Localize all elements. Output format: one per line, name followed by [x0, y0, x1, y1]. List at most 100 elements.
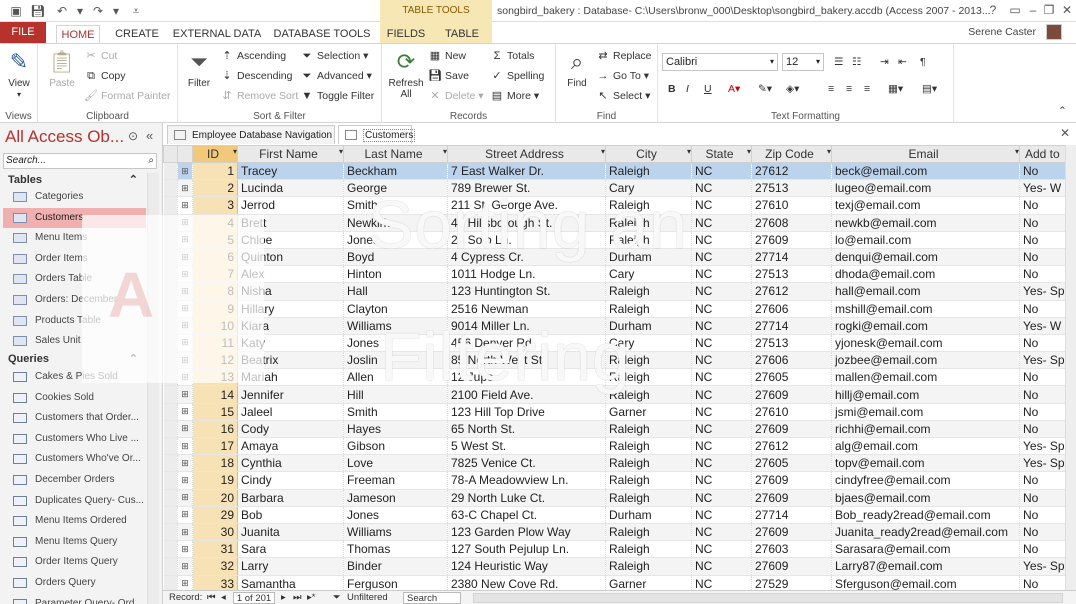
table-cell[interactable]: Yes- W: [1019, 179, 1066, 198]
table-cell[interactable]: NC: [691, 575, 752, 590]
record-position-field[interactable]: 1 of 201: [233, 592, 275, 604]
nav-search-input[interactable]: Search... ⌕: [3, 153, 157, 169]
align-left-icon[interactable]: ≡: [828, 80, 834, 98]
table-cell[interactable]: Juanita: [237, 523, 344, 542]
table-row[interactable]: ⊞ 33 Samantha Ferguson 2380 New Cove Rd. Garn…: [163, 575, 1066, 590]
table-cell[interactable]: 27603: [751, 540, 832, 559]
ribbon-display-icon[interactable]: ▭: [1006, 2, 1024, 18]
table-cell[interactable]: Yes- Sp: [1019, 437, 1066, 456]
table-cell[interactable]: Hall: [343, 282, 448, 301]
table-cell[interactable]: NC: [691, 454, 752, 473]
table-cell[interactable]: No: [1019, 334, 1066, 353]
delete-record-button[interactable]: ✕ Delete ▾: [428, 87, 483, 105]
column-header[interactable]: ID ▾: [192, 145, 238, 163]
table-cell[interactable]: Jerrod: [237, 196, 344, 215]
table-cell[interactable]: texj@email.com: [831, 196, 1020, 215]
table-cell[interactable]: Jameson: [343, 489, 448, 507]
table-cell[interactable]: No: [1019, 471, 1066, 490]
descending-button[interactable]: ⇣ Descending: [220, 67, 292, 85]
last-record-icon[interactable]: ⏭: [293, 591, 302, 604]
table-cell[interactable]: 2516 Newman: [447, 300, 606, 318]
table-cell[interactable]: 63-C Chapel Ct.: [447, 506, 606, 524]
table-cell[interactable]: 1: [192, 162, 238, 181]
table-cell[interactable]: Freeman: [343, 471, 448, 490]
table-cell[interactable]: NC: [691, 351, 752, 370]
table-cell[interactable]: 27608: [751, 214, 832, 232]
table-cell[interactable]: 123 Hill Top Drive: [447, 403, 606, 421]
table-cell[interactable]: Sarasara@email.com: [831, 540, 1020, 559]
table-cell[interactable]: No: [1019, 300, 1066, 318]
table-cell[interactable]: Raleigh: [605, 540, 692, 559]
access-app-icon[interactable]: ▣: [8, 3, 24, 19]
table-cell[interactable]: Juanita_ready2read@email.com: [831, 523, 1020, 542]
table-cell[interactable]: NC: [691, 196, 752, 215]
table-cell[interactable]: cindyfree@email.com: [831, 471, 1020, 490]
table-cell[interactable]: 27609: [751, 471, 832, 490]
table-cell[interactable]: topv@email.com: [831, 454, 1020, 473]
toggle-filter-button[interactable]: ▼ Toggle Filter: [300, 87, 375, 105]
expand-row-icon[interactable]: ⊞: [177, 162, 193, 181]
table-cell[interactable]: NC: [691, 265, 752, 284]
table-cell[interactable]: No: [1019, 489, 1066, 507]
close-icon[interactable]: ✕: [1058, 2, 1076, 18]
copy-button[interactable]: ⧉ Copy: [84, 67, 125, 85]
row-selector[interactable]: [163, 403, 178, 421]
select-button[interactable]: ↖ Select ▾: [596, 87, 650, 105]
table-cell[interactable]: Beckham: [343, 162, 448, 181]
row-selector[interactable]: [163, 523, 178, 542]
redo-icon[interactable]: ↷: [90, 3, 106, 19]
expand-row-icon[interactable]: ⊞: [177, 575, 193, 590]
expand-row-icon[interactable]: ⊞: [177, 540, 193, 559]
table-cell[interactable]: Bob_ready2read@email.com: [831, 506, 1020, 524]
indent-icon[interactable]: ⇥: [880, 53, 889, 71]
ascending-button[interactable]: ⇡ Ascending: [220, 47, 286, 65]
table-cell[interactable]: 27609: [751, 231, 832, 249]
table-cell[interactable]: Raleigh: [605, 162, 692, 181]
table-cell[interactable]: NC: [691, 385, 752, 404]
paragraph-icon[interactable]: ¶: [920, 53, 926, 71]
help-icon[interactable]: ?: [984, 2, 1002, 18]
tab-database-tools[interactable]: DATABASE TOOLS: [270, 25, 374, 43]
first-record-icon[interactable]: ⏮: [207, 591, 216, 604]
table-row[interactable]: ⊞ 20 Barbara Jameson 29 North Luke Ct. Raleig…: [163, 489, 1066, 507]
tab-home[interactable]: HOME: [56, 25, 100, 43]
replace-button[interactable]: ⇄ Replace: [596, 47, 651, 65]
table-cell[interactable]: Barbara: [237, 489, 344, 507]
table-cell[interactable]: 27606: [751, 351, 832, 370]
table-cell[interactable]: 27610: [751, 403, 832, 421]
table-cell[interactable]: Yes- Sp: [1019, 454, 1066, 473]
table-cell[interactable]: hillj@email.com: [831, 385, 1020, 404]
table-cell[interactable]: 27529: [751, 575, 832, 590]
view-button[interactable]: ✎ View ▾: [2, 48, 36, 100]
table-cell[interactable]: Gibson: [343, 437, 448, 456]
nav-query-item[interactable]: Parameter Query- Ord...: [3, 594, 146, 604]
find-button[interactable]: ⌕ Find: [560, 48, 594, 89]
expand-row-icon[interactable]: ⊞: [177, 489, 193, 507]
advanced-button[interactable]: ⏷ Advanced ▾: [300, 67, 372, 85]
table-cell[interactable]: Yes- W: [1019, 317, 1066, 335]
table-cell[interactable]: No: [1019, 196, 1066, 215]
table-cell[interactable]: NC: [691, 403, 752, 421]
table-cell[interactable]: Raleigh: [605, 282, 692, 301]
table-cell[interactable]: richhi@email.com: [831, 420, 1020, 439]
table-cell[interactable]: No: [1019, 368, 1066, 387]
table-cell[interactable]: Raleigh: [605, 557, 692, 576]
table-cell[interactable]: No: [1019, 265, 1066, 284]
expand-row-icon[interactable]: ⊞: [177, 471, 193, 490]
table-cell[interactable]: Jaleel: [237, 403, 344, 421]
table-cell[interactable]: 27609: [751, 489, 832, 507]
table-cell[interactable]: NC: [691, 231, 752, 249]
expand-row-icon[interactable]: ⊞: [177, 420, 193, 439]
user-name[interactable]: Serene Caster: [968, 26, 1036, 38]
table-row[interactable]: ⊞ 19 Cindy Freeman 78-A Meadowview Ln. Raleig…: [163, 471, 1066, 490]
row-selector[interactable]: [163, 437, 178, 456]
table-cell[interactable]: 27714: [751, 248, 832, 267]
row-selector[interactable]: [163, 196, 178, 215]
highlight-icon[interactable]: ✎▾: [758, 80, 772, 98]
table-row[interactable]: ⊞ 31 Sara Thomas 127 South Pejulup Ln. Raleig…: [163, 540, 1066, 559]
table-cell[interactable]: Ferguson: [343, 575, 448, 590]
table-cell[interactable]: alg@email.com: [831, 437, 1020, 456]
table-cell[interactable]: Raleigh: [605, 437, 692, 456]
table-cell[interactable]: NC: [691, 368, 752, 387]
font-size-select[interactable]: 12 ▾: [782, 53, 824, 71]
